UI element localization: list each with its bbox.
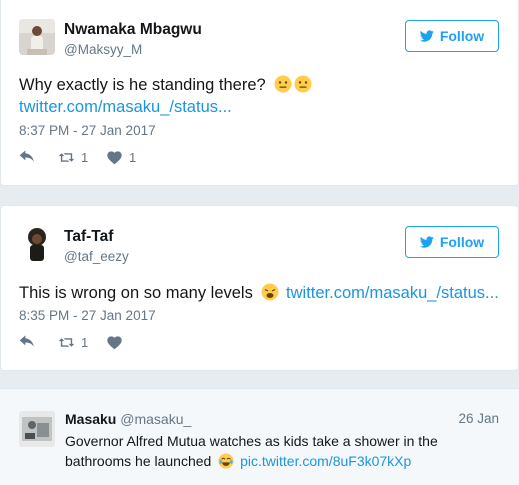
heart-icon [107,336,122,350]
display-name[interactable]: Nwamaka Mbagwu [64,21,202,39]
tweet-link[interactable]: twitter.com/masaku_/status... [19,96,232,118]
user-handle[interactable]: @Maksyy_M [64,42,142,57]
twitter-bird-icon [419,236,434,248]
tears-of-joy-emoji [218,453,234,469]
quoted-name: Masaku [65,411,117,427]
user-handle[interactable]: @taf_eezy [64,249,129,264]
quoted-author[interactable]: Masaku @masaku_ [65,411,191,427]
tweet-link[interactable]: twitter.com/masaku_/status... [286,284,499,302]
neutral-face-emoji [294,75,312,93]
follow-button[interactable]: Follow [405,226,499,258]
heart-icon [107,151,122,165]
follow-label: Follow [439,28,485,44]
weary-face-emoji [261,283,279,301]
reply-button[interactable] [19,335,36,350]
neutral-face-emoji [274,75,292,93]
retweet-button[interactable]: 1 [58,335,88,350]
quoted-handle: @masaku_ [120,411,192,427]
retweet-count: 1 [81,335,89,350]
tweet-timestamp[interactable]: 8:37 PM - 27 Jan 2017 [19,123,156,138]
quoted-tweet[interactable]: Masaku @masaku_ 26 Jan Governor Alfred M… [0,388,519,485]
tweet-timestamp[interactable]: 8:35 PM - 27 Jan 2017 [19,308,156,323]
avatar[interactable] [19,411,55,447]
like-button[interactable]: 1 [106,150,136,165]
reply-icon [19,150,34,162]
reply-button[interactable] [19,150,36,165]
follow-label: Follow [439,234,485,250]
retweet-icon [58,153,75,162]
quoted-link[interactable]: pic.twitter.com/8uF3k07kXp [240,453,411,469]
tweet-body: Why exactly is he standing there? [19,76,266,94]
follow-button[interactable]: Follow [405,20,499,52]
retweet-count: 1 [81,150,89,165]
quoted-date: 26 Jan [458,411,499,426]
avatar[interactable] [19,225,55,261]
reply-icon [19,335,34,347]
tweet-text: This is wrong on so many levels twitter.… [19,282,499,304]
retweet-button[interactable]: 1 [58,150,88,165]
like-count: 1 [129,150,137,165]
avatar[interactable] [19,19,55,55]
twitter-bird-icon [419,30,434,42]
retweet-icon [58,338,75,347]
tweet-text: Why exactly is he standing there? [19,74,314,96]
like-button[interactable] [106,335,129,350]
tweet-body: This is wrong on so many levels [19,284,253,302]
quoted-text: Governor Alfred Mutua watches as kids ta… [65,431,485,471]
display-name[interactable]: Taf-Taf [64,228,113,246]
